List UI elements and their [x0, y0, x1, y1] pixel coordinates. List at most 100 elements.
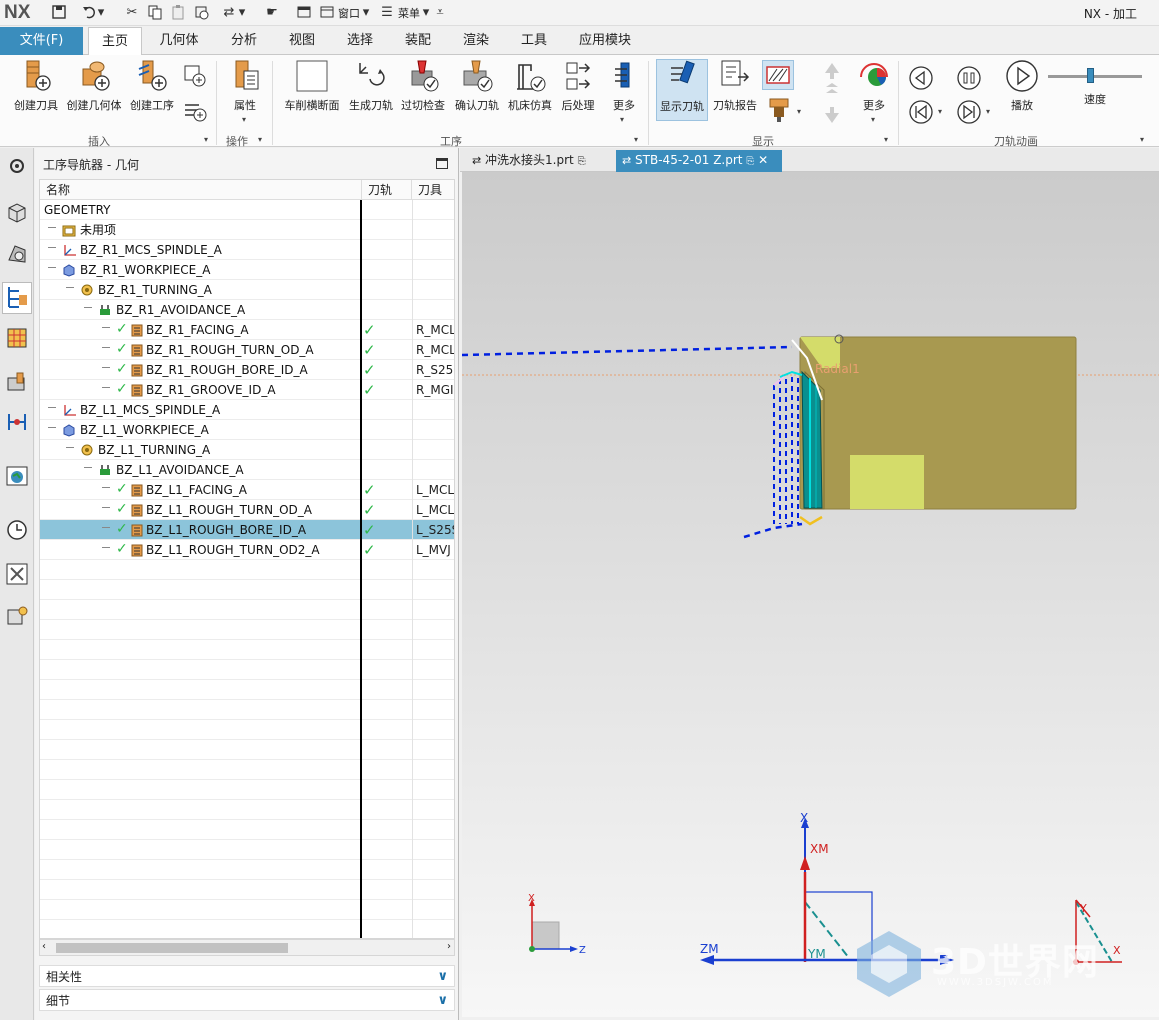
- doc-tab-2[interactable]: ⇄ STB-45-2-01 Z.prt ⎘ ✕: [616, 150, 782, 172]
- web-browser-icon[interactable]: [5, 464, 29, 488]
- column-divider[interactable]: [360, 200, 362, 938]
- previous-operation-icon[interactable]: [908, 65, 934, 91]
- scroll-right-icon[interactable]: ›: [447, 941, 451, 952]
- more-display-dropdown-icon[interactable]: ▾: [871, 115, 875, 124]
- copy-icon[interactable]: [146, 4, 164, 22]
- undo-dropdown-icon[interactable]: ▾: [97, 4, 105, 22]
- display-group-dropdown-icon[interactable]: ▾: [884, 135, 888, 144]
- reuse-library-icon[interactable]: [5, 604, 29, 628]
- menu-list-icon[interactable]: ☰: [378, 4, 396, 22]
- table-row[interactable]: ✓ BZ_L1_ROUGH_TURN_OD2_A ✓ L_MVJ: [40, 540, 454, 560]
- tab-home[interactable]: 主页: [88, 27, 142, 56]
- properties-button[interactable]: 属性: [222, 59, 268, 121]
- table-row[interactable]: ✓ BZ_L1_FACING_A ✓ L_MCL: [40, 480, 454, 500]
- generate-toolpath-button[interactable]: 生成刀轨: [346, 59, 396, 121]
- table-row[interactable]: BZ_L1_TURNING_A: [40, 440, 454, 460]
- table-row[interactable]: BZ_R1_MCS_SPINDLE_A: [40, 240, 454, 260]
- dependencies-section[interactable]: 相关性 ∨: [39, 965, 455, 987]
- operation-navigator-icon[interactable]: [2, 282, 32, 314]
- speed-slider[interactable]: [1048, 68, 1142, 83]
- part-navigator-icon[interactable]: [5, 242, 29, 266]
- paste-icon[interactable]: [169, 4, 187, 22]
- show-toolpath-button[interactable]: 显示刀轨: [656, 59, 708, 121]
- display-3d-ipw-icon[interactable]: [766, 97, 792, 123]
- step-forward-icon[interactable]: [956, 99, 982, 125]
- gouge-check-button[interactable]: 过切检查: [398, 59, 448, 121]
- doc-tab-1[interactable]: ⇄ 冲洗水接头1.prt ⎘: [466, 150, 610, 172]
- more-display-button[interactable]: 更多: [852, 59, 896, 121]
- step-back-icon[interactable]: [908, 99, 934, 125]
- table-row[interactable]: ✓ BZ_R1_GROOVE_ID_A ✓ R_MGI: [40, 380, 454, 400]
- assembly-navigator-icon[interactable]: [5, 200, 29, 224]
- table-row[interactable]: 未用项: [40, 220, 454, 240]
- table-row[interactable]: ✓ BZ_R1_ROUGH_BORE_ID_A ✓ R_S25S: [40, 360, 454, 380]
- table-row[interactable]: ✓ BZ_L1_ROUGH_BORE_ID_A ✓ L_S25S: [40, 520, 454, 540]
- chevron-down-icon[interactable]: ∨: [437, 990, 448, 1012]
- more-procedure-dropdown-icon[interactable]: ▾: [620, 115, 624, 124]
- post-process-button[interactable]: 后处理: [556, 59, 600, 121]
- table-row[interactable]: BZ_L1_WORKPIECE_A: [40, 420, 454, 440]
- cut-icon[interactable]: ✂: [123, 4, 141, 22]
- toolpath-report-button[interactable]: 刀轨报告: [710, 59, 760, 121]
- horizontal-scrollbar[interactable]: ‹ ›: [39, 939, 455, 956]
- table-row[interactable]: BZ_R1_AVOIDANCE_A: [40, 300, 454, 320]
- process-studio-icon[interactable]: [5, 562, 29, 586]
- window-menu-label[interactable]: 窗口: [338, 5, 360, 21]
- menu-dropdown-icon[interactable]: ▾: [422, 4, 430, 22]
- insert-group-dropdown-icon[interactable]: ▾: [204, 135, 208, 144]
- table-row[interactable]: ✓ BZ_R1_FACING_A ✓ R_MCL: [40, 320, 454, 340]
- create-tool-button[interactable]: 创建刀具: [8, 59, 64, 121]
- tab-tools[interactable]: 工具: [510, 27, 558, 55]
- tab-geometry[interactable]: 几何体: [150, 27, 208, 55]
- menu-label[interactable]: 菜单: [398, 5, 420, 21]
- repeat-command-icon[interactable]: [192, 4, 210, 22]
- maximize-icon[interactable]: [436, 158, 448, 169]
- resource-settings-icon[interactable]: [5, 154, 29, 178]
- column-header-tool[interactable]: 刀具: [412, 180, 454, 200]
- table-row[interactable]: ✓ BZ_R1_ROUGH_TURN_OD_A ✓ R_MCL: [40, 340, 454, 360]
- table-row[interactable]: ✓ BZ_L1_ROUGH_TURN_OD_A ✓ L_MCL: [40, 500, 454, 520]
- graphics-viewport[interactable]: Radial1 X XM YM ZM Z X Z Y X 3D世界网 WWW.3…: [462, 172, 1159, 1017]
- animation-group-dropdown-icon[interactable]: ▾: [1140, 135, 1144, 144]
- column-header-name[interactable]: 名称: [40, 180, 362, 200]
- display-2d-workpiece-button[interactable]: [762, 60, 794, 90]
- table-row[interactable]: BZ_R1_TURNING_A: [40, 280, 454, 300]
- file-menu-tab[interactable]: 文件(F): [0, 27, 83, 55]
- close-tab-icon[interactable]: ✕: [758, 153, 768, 167]
- tab-analysis[interactable]: 分析: [220, 27, 268, 55]
- more-procedure-button[interactable]: 更多: [604, 59, 644, 121]
- details-section[interactable]: 细节 ∨: [39, 989, 455, 1011]
- touch-mode-icon[interactable]: ☛: [263, 4, 281, 22]
- machining-feature-navigator-icon[interactable]: [5, 370, 29, 394]
- create-program-icon[interactable]: [182, 97, 208, 123]
- procedure-group-dropdown-icon[interactable]: ▾: [634, 135, 638, 144]
- history-icon[interactable]: [5, 518, 29, 542]
- verify-toolpath-button[interactable]: 确认刀轨: [452, 59, 502, 121]
- table-row[interactable]: BZ_L1_MCS_SPINDLE_A: [40, 400, 454, 420]
- machine-simulation-button[interactable]: 机床仿真: [505, 59, 555, 121]
- feature-group-navigator-icon[interactable]: [5, 410, 29, 434]
- tab-select[interactable]: 选择: [336, 27, 384, 55]
- switch-dropdown-icon[interactable]: ▾: [238, 4, 246, 22]
- create-operation-button[interactable]: 创建工序: [126, 59, 178, 121]
- customize-icon[interactable]: ⩡: [435, 4, 445, 22]
- create-method-icon[interactable]: [182, 63, 208, 89]
- pause-icon[interactable]: [956, 65, 982, 91]
- bore-feature[interactable]: [850, 455, 924, 509]
- ipw-dropdown-icon[interactable]: ▾: [797, 107, 801, 116]
- play-button[interactable]: 播放: [1002, 59, 1042, 121]
- tab-view[interactable]: 视图: [278, 27, 326, 55]
- scrollbar-thumb[interactable]: [56, 943, 288, 953]
- properties-dropdown-icon[interactable]: ▾: [242, 115, 246, 124]
- window-icon[interactable]: [295, 4, 313, 22]
- lathe-cross-section-button[interactable]: 车削横断面: [282, 59, 342, 121]
- tab-render[interactable]: 渲染: [452, 27, 500, 55]
- undo-icon[interactable]: [80, 4, 98, 22]
- save-icon[interactable]: [50, 4, 68, 22]
- window-menu-icon[interactable]: [318, 4, 336, 22]
- window-dropdown-icon[interactable]: ▾: [362, 4, 370, 22]
- operation-group-dropdown-icon[interactable]: ▾: [258, 135, 262, 144]
- column-header-toolpath[interactable]: 刀轨: [362, 180, 412, 200]
- tab-applications[interactable]: 应用模块: [570, 27, 640, 55]
- scroll-left-icon[interactable]: ‹: [42, 941, 46, 952]
